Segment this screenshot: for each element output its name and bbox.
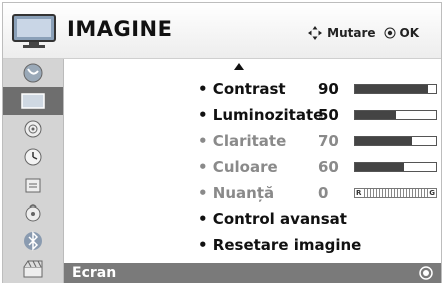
- level-bar-fill: [355, 111, 396, 119]
- menu-item-label: • Culoare: [198, 158, 278, 176]
- ok-circle-icon: [384, 27, 395, 39]
- header-bar: IMAGINE Mutare OK: [3, 3, 441, 59]
- bluetooth-icon: [24, 231, 42, 251]
- menu-item-value: 60: [318, 158, 339, 176]
- level-bar-fill: [355, 137, 412, 145]
- satellite-dish-icon: [23, 63, 43, 83]
- sidebar-item-bluetooth[interactable]: [3, 227, 63, 255]
- level-bar: [354, 136, 437, 146]
- sidebar-item-picture[interactable]: [3, 87, 63, 115]
- level-bar-fill: [355, 85, 428, 93]
- osd-window: IMAGINE Mutare OK • Contrast 90 • Lumino…: [2, 2, 442, 283]
- menu-item-contrast[interactable]: • Contrast 90: [198, 77, 437, 101]
- usb-media-icon: [23, 260, 43, 278]
- level-bar[interactable]: [354, 110, 437, 120]
- sidebar-item-options[interactable]: [3, 199, 63, 227]
- ok-hint-label: OK: [399, 26, 420, 40]
- clock-icon: [24, 148, 42, 166]
- menu-item-label: • Claritate: [198, 132, 287, 150]
- menu-item-value: 0: [318, 184, 329, 202]
- menu-item-screen-selected[interactable]: Ecran: [64, 263, 441, 283]
- menu-item-value: 70: [318, 132, 339, 150]
- level-bar[interactable]: [354, 84, 437, 94]
- menu-item-advanced-control[interactable]: • Control avansat: [198, 207, 347, 231]
- sidebar-item-usb[interactable]: [3, 255, 63, 283]
- ok-circle-icon: [419, 266, 433, 280]
- menu-item-label: • Resetare imagine: [198, 236, 362, 254]
- sidebar-item-audio[interactable]: [3, 115, 63, 143]
- menu-content: • Contrast 90 • Luminozitate 50 • Clarit…: [64, 59, 441, 283]
- menu-item-tint: • Nuanță 0 R G: [198, 181, 437, 205]
- navigation-hints: Mutare OK: [307, 25, 419, 41]
- menu-item-label: • Contrast: [198, 80, 286, 98]
- sidebar-item-time[interactable]: [3, 143, 63, 171]
- menu-item-color: • Culoare 60: [198, 155, 437, 179]
- menu-item-brightness[interactable]: • Luminozitate 50: [198, 103, 437, 127]
- menu-item-label: • Nuanță: [198, 184, 275, 202]
- menu-item-picture-reset[interactable]: • Resetare imagine: [198, 233, 362, 257]
- tv-icon: [12, 14, 56, 48]
- level-bar: [354, 162, 437, 172]
- options-icon: [25, 204, 41, 222]
- page-title: IMAGINE: [67, 17, 173, 41]
- four-way-arrow-icon: [308, 26, 323, 40]
- tint-bar: R G: [354, 188, 437, 198]
- tint-left-label: R: [355, 189, 363, 197]
- tv-screen-icon: [21, 93, 45, 109]
- menu-item-label: • Luminozitate: [198, 106, 324, 124]
- move-hint-label: Mutare: [327, 26, 376, 40]
- sidebar-item-lock[interactable]: [3, 171, 63, 199]
- menu-item-value: 50: [318, 106, 339, 124]
- lock-icon: [25, 178, 41, 193]
- level-bar-fill: [355, 163, 404, 171]
- menu-item-value: 90: [318, 80, 339, 98]
- speaker-icon: [24, 120, 42, 138]
- sidebar: [3, 59, 64, 283]
- scroll-up-arrow-icon[interactable]: [234, 63, 244, 70]
- menu-item-sharpness: • Claritate 70: [198, 129, 437, 153]
- selected-item-label: Ecran: [72, 265, 117, 281]
- tint-right-label: G: [428, 189, 436, 197]
- sidebar-item-channels[interactable]: [3, 59, 63, 87]
- menu-item-label: • Control avansat: [198, 210, 347, 228]
